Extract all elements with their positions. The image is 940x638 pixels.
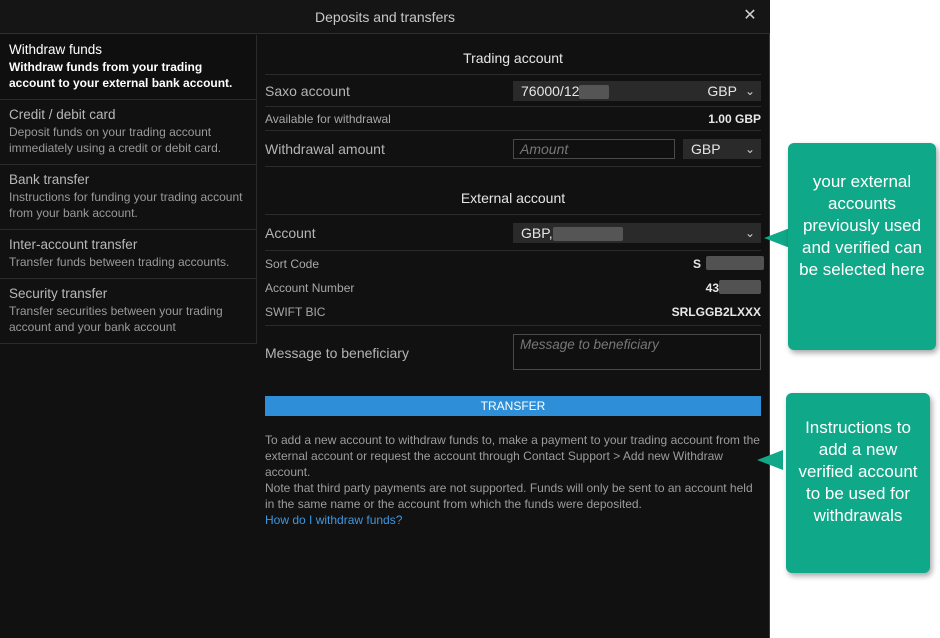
swift-row: SWIFT BIC SRLGGB2LXXX bbox=[265, 299, 761, 326]
sidebar-item-withdraw-funds[interactable]: Withdraw funds Withdraw funds from your … bbox=[0, 35, 257, 100]
sidebar-item-title: Credit / debit card bbox=[9, 107, 116, 122]
callout-pointer bbox=[757, 450, 783, 470]
sort-code-value: S bbox=[692, 257, 701, 271]
saxo-account-select[interactable]: 76000/12 GBP ⌄ bbox=[513, 81, 761, 101]
saxo-account-row: Saxo account 76000/12 GBP ⌄ bbox=[265, 75, 761, 107]
available-row: Available for withdrawal 1.00 GBP bbox=[265, 107, 761, 131]
external-account-label: Account bbox=[265, 225, 316, 241]
sidebar: Withdraw funds Withdraw funds from your … bbox=[0, 35, 257, 344]
swift-label: SWIFT BIC bbox=[265, 305, 326, 319]
external-account-value: GBP, bbox=[521, 225, 553, 241]
saxo-account-value: 76000/12 bbox=[521, 83, 580, 99]
available-value: 1.00 GBP bbox=[708, 112, 761, 126]
sort-code-row: Sort Code S bbox=[265, 251, 764, 275]
callout-add-account: Instructions to add a new verified accou… bbox=[786, 393, 930, 573]
saxo-account-label: Saxo account bbox=[265, 83, 350, 99]
external-account-select[interactable]: GBP, ⌄ bbox=[513, 223, 761, 243]
sidebar-item-inter-account[interactable]: Inter-account transfer Transfer funds be… bbox=[0, 230, 257, 279]
sidebar-item-title: Withdraw funds bbox=[9, 42, 103, 57]
sidebar-item-title: Inter-account transfer bbox=[9, 237, 138, 252]
redacted-mask bbox=[719, 280, 761, 294]
sidebar-item-title: Bank transfer bbox=[9, 172, 90, 187]
callout-external-accounts: your external accounts previously used a… bbox=[788, 143, 936, 350]
chevron-down-icon: ⌄ bbox=[744, 142, 755, 156]
message-input[interactable]: Message to beneficiary bbox=[513, 334, 761, 370]
info-text: To add a new account to withdraw funds t… bbox=[265, 432, 765, 528]
withdraw-form: Trading account Saxo account 76000/12 GB… bbox=[265, 35, 764, 376]
redacted-mask bbox=[579, 85, 610, 100]
account-number-value: 43 bbox=[705, 281, 719, 295]
sidebar-item-desc: Deposit funds on your trading account im… bbox=[9, 125, 222, 155]
message-row: Message to beneficiary Message to benefi… bbox=[265, 326, 761, 376]
amount-currency-select[interactable]: GBP ⌄ bbox=[683, 139, 761, 159]
sidebar-item-desc: Transfer funds between trading accounts. bbox=[9, 255, 230, 269]
sidebar-item-desc: Withdraw funds from your trading account… bbox=[9, 60, 233, 90]
dialog-titlebar: Deposits and transfers ✕ bbox=[0, 0, 770, 34]
help-link[interactable]: How do I withdraw funds? bbox=[265, 513, 402, 527]
sidebar-item-desc: Instructions for funding your trading ac… bbox=[9, 190, 243, 220]
dialog-title: Deposits and transfers bbox=[314, 9, 456, 25]
amount-row: Withdrawal amount Amount GBP ⌄ bbox=[265, 131, 761, 167]
sidebar-item-security-transfer[interactable]: Security transfer Transfer securities be… bbox=[0, 279, 257, 344]
sidebar-item-credit-card[interactable]: Credit / debit card Deposit funds on you… bbox=[0, 100, 257, 165]
saxo-account-currency: GBP bbox=[707, 83, 737, 99]
chevron-down-icon: ⌄ bbox=[744, 226, 755, 240]
message-label: Message to beneficiary bbox=[265, 345, 409, 361]
deposits-dialog: Deposits and transfers ✕ Withdraw funds … bbox=[0, 0, 770, 638]
trading-account-heading: Trading account bbox=[265, 35, 761, 75]
close-icon[interactable]: ✕ bbox=[740, 6, 760, 26]
sidebar-item-bank-transfer[interactable]: Bank transfer Instructions for funding y… bbox=[0, 165, 257, 230]
available-label: Available for withdrawal bbox=[265, 112, 391, 126]
info-line-2: Note that third party payments are not s… bbox=[265, 481, 753, 511]
redacted-mask bbox=[706, 256, 764, 270]
swift-value: SRLGGB2LXXX bbox=[671, 305, 761, 319]
amount-currency-value: GBP bbox=[691, 141, 721, 157]
account-number-label: Account Number bbox=[265, 281, 355, 295]
callout-pointer bbox=[764, 228, 790, 248]
sidebar-item-desc: Transfer securities between your trading… bbox=[9, 304, 223, 334]
redacted-mask bbox=[552, 227, 623, 242]
info-line-1: To add a new account to withdraw funds t… bbox=[265, 433, 760, 479]
amount-input[interactable]: Amount bbox=[513, 139, 675, 159]
transfer-button[interactable]: TRANSFER bbox=[265, 396, 761, 416]
amount-label: Withdrawal amount bbox=[265, 141, 385, 157]
sidebar-item-title: Security transfer bbox=[9, 286, 108, 301]
account-number-row: Account Number 43 bbox=[265, 275, 761, 299]
external-account-row: Account GBP, ⌄ bbox=[265, 215, 761, 251]
external-account-heading: External account bbox=[265, 167, 761, 215]
chevron-down-icon: ⌄ bbox=[744, 84, 755, 98]
sort-code-label: Sort Code bbox=[265, 257, 320, 271]
